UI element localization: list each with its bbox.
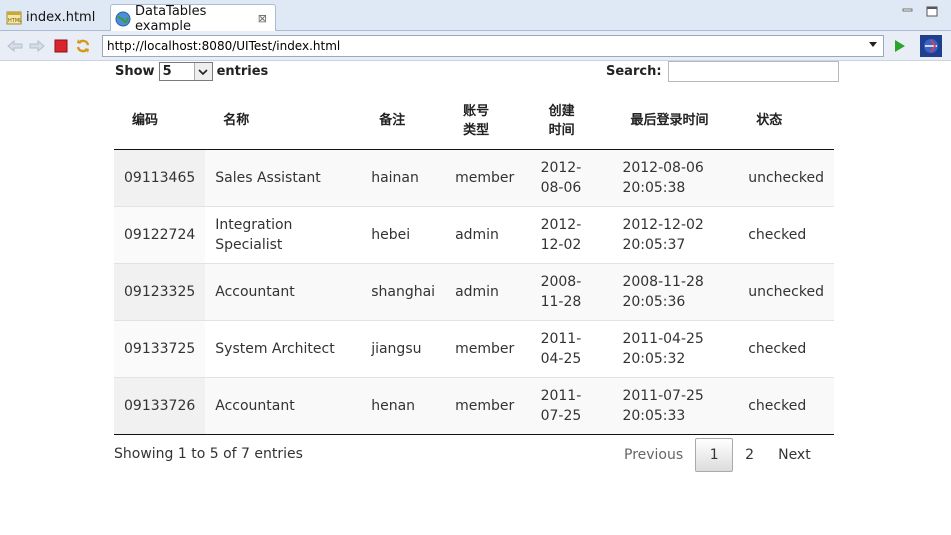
svg-text:HTML: HTML bbox=[8, 18, 22, 24]
entries-per-page-select[interactable]: 5 bbox=[158, 62, 213, 81]
search-input[interactable] bbox=[667, 61, 839, 82]
cell-status: checked bbox=[738, 376, 834, 435]
cell-last-login: 2012-12-02 20:05:37 bbox=[612, 205, 739, 263]
cell-created: 2011-07-25 bbox=[530, 376, 613, 435]
tab-label: DataTables example bbox=[135, 3, 207, 34]
cell-status: checked bbox=[738, 205, 834, 263]
cell-account-type: admin bbox=[445, 262, 531, 320]
cell-remark: jiangsu bbox=[361, 319, 446, 377]
cell-account-type: member bbox=[445, 376, 531, 435]
table-row[interactable]: 09122724 Integration Specialist hebei ad… bbox=[114, 205, 834, 263]
cell-created: 2011-04-25 bbox=[530, 319, 613, 377]
page-button-1[interactable]: 1 bbox=[695, 438, 734, 472]
cell-code: 09123325 bbox=[114, 262, 206, 320]
column-header-remark[interactable]: 备注 bbox=[361, 93, 446, 150]
table-row[interactable]: 09123325 Accountant shanghai admin 2008-… bbox=[114, 262, 834, 320]
minimize-icon[interactable] bbox=[901, 6, 915, 18]
eclipse-browser-icon[interactable] bbox=[920, 35, 942, 57]
cell-account-type: member bbox=[455, 169, 515, 186]
cell-status: unchecked bbox=[738, 262, 834, 320]
refresh-icon[interactable] bbox=[74, 37, 92, 55]
search-filter: Search: bbox=[606, 61, 839, 82]
go-icon[interactable] bbox=[891, 37, 909, 55]
cell-last-login: 2008-11-28 20:05:36 bbox=[612, 262, 739, 320]
cell-created: 2012-08-06 bbox=[540, 159, 582, 196]
tab-index-html[interactable]: HTML index.html bbox=[2, 4, 108, 31]
next-page-button[interactable]: Next bbox=[766, 438, 823, 472]
cell-name: Integration Specialist bbox=[205, 205, 362, 263]
select-value: 5 bbox=[162, 64, 172, 79]
table-row[interactable]: 09113465 Sales Assistant hainan member 2… bbox=[114, 149, 834, 206]
back-arrow-icon[interactable] bbox=[6, 37, 24, 55]
cell-name: Sales Assistant bbox=[215, 169, 321, 186]
table-row[interactable]: 09133726 Accountant henan member 2011-07… bbox=[114, 376, 834, 435]
header-row: 编码 名称 备注 账号类型 创建时间 最后登录时间 状态 bbox=[114, 93, 834, 150]
column-header-status[interactable]: 状态 bbox=[738, 93, 834, 150]
table-row[interactable]: 09133725 System Architect jiangsu member… bbox=[114, 319, 834, 377]
cell-name: Accountant bbox=[205, 262, 362, 320]
entries-length-control: Show 5 entries bbox=[115, 62, 268, 81]
page-content: Show 5 entries Search: 编码 名称 备注 账号类型 创建时… bbox=[0, 61, 951, 535]
entries-label: entries bbox=[216, 64, 269, 79]
cell-remark: hainan bbox=[371, 169, 419, 186]
cell-status: unchecked bbox=[748, 169, 824, 186]
cell-last-login: 2012-08-06 20:05:38 bbox=[622, 159, 704, 196]
cell-last-login: 2011-04-25 20:05:32 bbox=[612, 319, 739, 377]
cell-account-type: admin bbox=[445, 205, 531, 263]
tab-datatables-example[interactable]: DataTables example ⊠ bbox=[110, 3, 276, 34]
cell-remark: henan bbox=[361, 376, 446, 435]
cell-status: checked bbox=[738, 319, 834, 377]
html-file-icon: HTML bbox=[6, 10, 22, 26]
search-label: Search: bbox=[606, 64, 662, 79]
globe-icon bbox=[115, 11, 131, 27]
cell-created: 2012-12-02 bbox=[530, 205, 613, 263]
cell-code: 09122724 bbox=[114, 205, 206, 263]
column-header-code[interactable]: 编码 bbox=[114, 93, 206, 150]
editor-tab-bar: HTML index.html DataTables example ⊠ bbox=[0, 0, 951, 34]
close-tab-icon[interactable]: ⊠ bbox=[258, 12, 267, 25]
chevron-down-icon[interactable] bbox=[869, 42, 877, 47]
url-input[interactable]: http://localhost:8080/UITest/index.html bbox=[102, 35, 884, 57]
stop-icon[interactable] bbox=[52, 37, 70, 55]
cell-code: 09113465 bbox=[114, 149, 206, 206]
tab-label: index.html bbox=[26, 10, 96, 25]
cell-remark: shanghai bbox=[361, 262, 446, 320]
cell-name: Accountant bbox=[205, 376, 362, 435]
column-header-last-login[interactable]: 最后登录时间 bbox=[612, 93, 739, 150]
cell-last-login: 2011-07-25 20:05:33 bbox=[612, 376, 739, 435]
chevron-down-icon bbox=[193, 63, 212, 80]
column-header-created[interactable]: 创建时间 bbox=[530, 93, 613, 150]
maximize-icon[interactable] bbox=[925, 6, 939, 18]
cell-account-type: member bbox=[445, 319, 531, 377]
previous-page-button[interactable]: Previous bbox=[612, 438, 695, 472]
cell-code: 09133726 bbox=[114, 376, 206, 435]
show-label: Show bbox=[115, 64, 155, 79]
column-header-name[interactable]: 名称 bbox=[205, 93, 362, 150]
cell-remark: hebei bbox=[361, 205, 446, 263]
table-info: Showing 1 to 5 of 7 entries bbox=[114, 446, 303, 462]
forward-arrow-icon[interactable] bbox=[28, 37, 46, 55]
cell-code: 09133725 bbox=[114, 319, 206, 377]
data-table: 编码 名称 备注 账号类型 创建时间 最后登录时间 状态 09113465 Sa… bbox=[114, 93, 834, 435]
browser-toolbar: http://localhost:8080/UITest/index.html bbox=[0, 31, 951, 61]
page-button-2[interactable]: 2 bbox=[733, 438, 766, 472]
column-header-account-type[interactable]: 账号类型 bbox=[445, 93, 531, 150]
cell-created: 2008-11-28 bbox=[530, 262, 613, 320]
cell-name: System Architect bbox=[205, 319, 362, 377]
pagination: Previous 1 2 Next bbox=[612, 438, 823, 472]
